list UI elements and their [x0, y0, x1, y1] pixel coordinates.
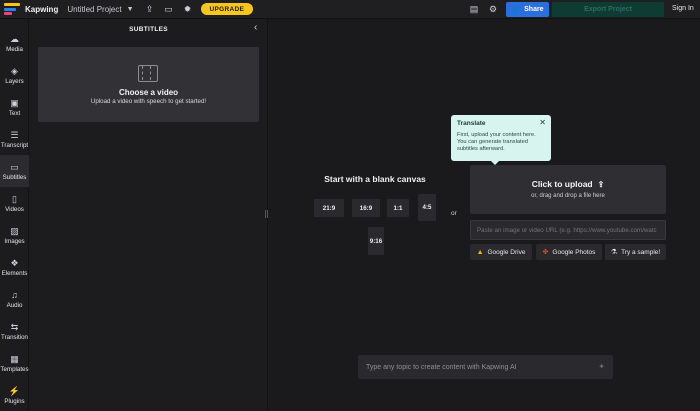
ai-prompt-input[interactable]: Type any topic to create content with Ka… [358, 355, 613, 379]
rail-item-subtitles[interactable]: ▭ Subtitles [0, 155, 29, 187]
chevron-left-icon[interactable]: ‹ [254, 22, 257, 33]
bulb-icon[interactable]: ✹ [181, 2, 195, 16]
subtitles-icon: ▭ [10, 161, 19, 172]
ai-prompt-placeholder: Type any topic to create content with Ka… [366, 363, 517, 371]
rail-item-templates[interactable]: ▦ Templates [0, 347, 29, 379]
upload-subtitle: or, drag and drop a file here [531, 193, 605, 199]
rail-item-transcript[interactable]: ☰ Transcript [0, 123, 29, 155]
rail-item-layers[interactable]: ◈ Layers [0, 59, 29, 91]
rail-label: Plugins [4, 397, 25, 405]
rail-label: Transition [1, 333, 28, 341]
transcript-icon: ☰ [10, 129, 19, 140]
templates-icon: ▦ [10, 353, 19, 364]
google-drive-icon: ▲ [476, 248, 484, 256]
rail-label: Elements [1, 269, 28, 277]
rail-item-images[interactable]: ▨ Images [0, 219, 29, 251]
rail-item-audio[interactable]: ♫ Audio [0, 283, 29, 315]
rail-label: Videos [5, 205, 24, 213]
rail-label: Subtitles [2, 173, 27, 181]
sign-in-link[interactable]: Sign In [672, 5, 694, 12]
share-button[interactable]: 👤 Share [506, 2, 549, 17]
ratio-21-9-button[interactable]: 21:9 [314, 199, 344, 217]
flask-icon: ⚗ [610, 249, 618, 256]
chevron-down-icon: ▼ [126, 5, 134, 13]
rail-item-media[interactable]: ☁ Media [0, 27, 29, 59]
rail-label: Audio [6, 301, 23, 309]
upgrade-button[interactable]: UPGRADE [200, 3, 254, 15]
choose-video-subtitle: Upload a video with speech to get starte… [90, 98, 207, 105]
rail-label: Layers [5, 77, 24, 85]
rail-label: Templates [0, 365, 29, 373]
tooltip-body: First, upload your content here. You can… [457, 132, 536, 152]
elements-icon: ❖ [10, 257, 19, 268]
ratio-4-5-button[interactable]: 4:5 [418, 194, 436, 221]
upload-icon: ⇪ [597, 180, 605, 189]
upload-icon[interactable]: ⇪ [143, 2, 157, 16]
rail-label: Text [8, 109, 21, 117]
ratio-16-9-button[interactable]: 16:9 [352, 199, 380, 217]
left-rail: ☁ Media ◈ Layers ▣ Text ☰ Transcript ▭ S… [0, 19, 29, 410]
rail-label: Transcript [0, 141, 29, 149]
images-icon: ▨ [10, 225, 19, 236]
close-icon[interactable]: ✕ [539, 118, 546, 127]
transition-icon: ⇆ [10, 321, 19, 332]
gear-icon[interactable]: ⚙ [486, 2, 500, 16]
bulb-icon: ✦ [598, 362, 605, 371]
ratio-9-16-button[interactable]: 9:16 [368, 227, 384, 255]
ratio-1-1-button[interactable]: 1:1 [387, 199, 409, 217]
export-project-button[interactable]: Export Project [552, 2, 664, 17]
google-drive-button[interactable]: ▲ Google Drive [470, 244, 532, 260]
rail-item-elements[interactable]: ❖ Elements [0, 251, 29, 283]
choose-video-card[interactable]: Choose a video Upload a video with speec… [38, 47, 259, 122]
kapwing-logo-icon [4, 3, 20, 15]
media-icon: ☁ [10, 33, 19, 44]
source-label: Google Drive [487, 248, 526, 256]
subtitles-panel: SUBTITLES ‹ Choose a video Upload a vide… [29, 19, 268, 410]
or-label: or [451, 210, 457, 217]
logo-text: Kapwing [25, 4, 59, 14]
panel-resize-handle[interactable] [265, 210, 268, 218]
source-label: Try a sample! [621, 248, 661, 256]
subtitles-box-icon[interactable]: ▭ [162, 2, 176, 16]
add-person-icon: 👤 [511, 6, 521, 14]
project-title-text: Untitled Project [67, 4, 122, 14]
upload-dropzone[interactable]: Click to upload ⇪ or, drag and drop a fil… [470, 165, 666, 214]
film-icon [138, 65, 158, 82]
try-sample-button[interactable]: ⚗ Try a sample! [605, 244, 666, 260]
rail-item-plugins[interactable]: ⚡ Plugins [0, 379, 29, 411]
text-icon: ▣ [10, 97, 19, 108]
google-photos-icon: ✤ [542, 249, 549, 256]
blank-canvas-title: Start with a blank canvas [324, 174, 426, 184]
chat-icon[interactable]: ▤ [467, 2, 481, 16]
url-input[interactable] [470, 220, 666, 240]
rail-item-transition[interactable]: ⇆ Transition [0, 315, 29, 347]
source-label: Google Photos [552, 248, 596, 256]
audio-icon: ♫ [11, 289, 18, 300]
share-label: Share [524, 6, 544, 13]
google-photos-button[interactable]: ✤ Google Photos [536, 244, 602, 260]
panel-title: SUBTITLES [129, 26, 168, 33]
tooltip-title: Translate [457, 120, 486, 127]
rail-label: Media [6, 45, 23, 53]
plugins-icon: ⚡ [8, 385, 21, 396]
rail-label: Images [4, 237, 25, 245]
upload-title: Click to upload ⇪ [470, 179, 666, 189]
layers-icon: ◈ [11, 65, 18, 76]
translate-tooltip: Translate First, upload your content her… [451, 115, 551, 165]
project-title[interactable]: Untitled Project ▼ [67, 5, 133, 14]
videos-icon: ▯ [12, 193, 17, 204]
logo[interactable]: Kapwing [4, 3, 58, 15]
upload-title-text: Click to upload [531, 179, 593, 189]
rail-item-videos[interactable]: ▯ Videos [0, 187, 29, 219]
rail-item-text[interactable]: ▣ Text [0, 91, 29, 123]
choose-video-title: Choose a video [118, 88, 179, 97]
